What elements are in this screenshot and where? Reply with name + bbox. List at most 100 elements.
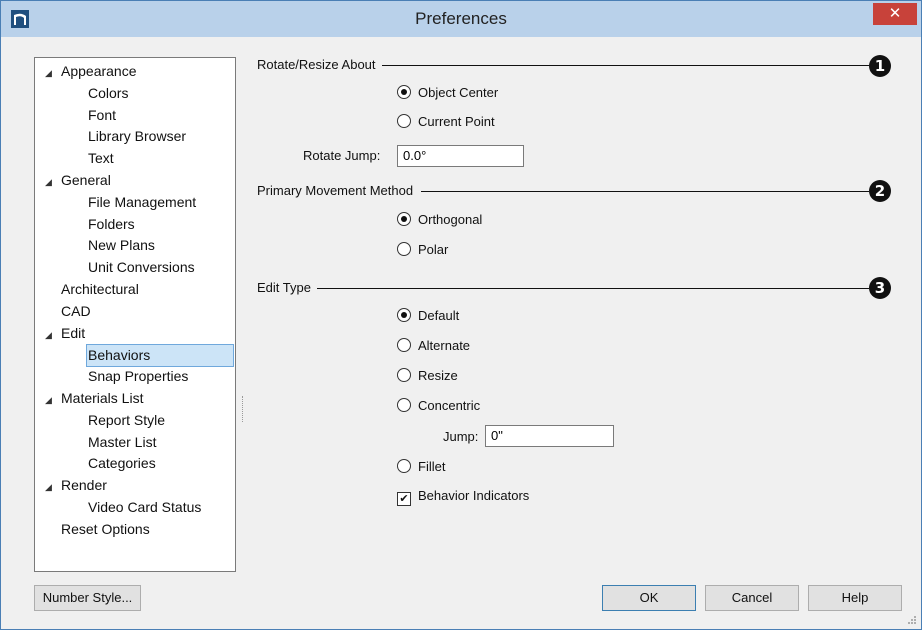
radio-alternate[interactable]: Alternate	[397, 336, 470, 356]
radio-label: Object Center	[418, 85, 499, 100]
help-button[interactable]: Help	[808, 585, 902, 611]
expand-arrow-icon[interactable]: ◢	[45, 390, 61, 411]
radio-button[interactable]	[397, 308, 411, 322]
tree-item[interactable]: ◢ Appearance	[45, 61, 137, 82]
tree-item[interactable]: ◢ Materials List	[45, 388, 143, 409]
movement-section-heading: Primary Movement Method	[257, 183, 420, 198]
tree-item[interactable]: New Plans	[88, 235, 155, 256]
tree-item-label: Colors	[88, 84, 129, 101]
section-divider	[371, 65, 869, 66]
radio-label: Alternate	[418, 338, 471, 353]
tree-item[interactable]: Unit Conversions	[88, 257, 195, 278]
expand-arrow-icon[interactable]: ◢	[45, 325, 61, 346]
radio-label: Fillet	[418, 459, 446, 474]
radio-label: Default	[418, 308, 460, 323]
tree-item-label: CAD	[61, 302, 91, 319]
radio-default[interactable]: Default	[397, 306, 459, 326]
tree-item-label: Architectural	[61, 281, 139, 297]
concentric-jump-label: Jump:	[443, 429, 479, 444]
radio-concentric[interactable]: Concentric	[397, 396, 480, 416]
section-divider	[316, 288, 869, 289]
radio-polar[interactable]: Polar	[397, 240, 448, 260]
title-bar[interactable]: Preferences ✕	[1, 1, 921, 37]
radio-label: Polar	[418, 242, 449, 257]
tree-item-label: File Management	[88, 193, 197, 210]
tree-item[interactable]: ◢ General	[45, 170, 111, 191]
checkbox-label: Behavior Indicators	[418, 488, 530, 503]
tree-item[interactable]: Behaviors	[86, 344, 234, 368]
callout-1-icon: 1	[869, 55, 891, 77]
tree-item[interactable]: Library Browser	[88, 126, 186, 147]
tree-item[interactable]: Categories	[88, 453, 156, 474]
radio-button[interactable]	[397, 459, 411, 473]
tree-item[interactable]: Reset Options	[45, 519, 150, 540]
tree-item-label: Behaviors	[88, 347, 151, 364]
tree-item-label: Edit	[61, 324, 86, 341]
tree-item[interactable]: CAD	[45, 301, 91, 322]
radio-button[interactable]	[397, 368, 411, 382]
tree-item-label: Library Browser	[88, 128, 187, 145]
tree-item-label: Font	[88, 106, 117, 123]
rotate-jump-label: Rotate Jump:	[303, 148, 381, 163]
tree-item-label: Folders	[88, 215, 135, 232]
close-icon: ✕	[888, 5, 902, 22]
callout-3-icon: 3	[869, 277, 891, 299]
radio-button[interactable]	[397, 398, 411, 412]
tree-item-label: Render	[61, 477, 107, 494]
tree-item[interactable]: Text	[88, 148, 114, 169]
radio-button[interactable]	[397, 114, 411, 128]
tree-item-label: General	[61, 172, 111, 188]
edit-type-section-heading: Edit Type	[257, 280, 317, 295]
tree-item[interactable]: Report Style	[88, 410, 165, 431]
close-button[interactable]: ✕	[873, 3, 917, 25]
tree-item-label: Report Style	[88, 411, 166, 428]
rotate-jump-input[interactable]	[397, 145, 524, 167]
number-style-button[interactable]: Number Style...	[34, 585, 141, 611]
radio-current-point[interactable]: Current Point	[397, 112, 495, 132]
tree-item[interactable]: Folders	[88, 214, 135, 235]
radio-resize[interactable]: Resize	[397, 366, 458, 386]
preferences-tree[interactable]: ◢ Appearance Colors Font Library Browser Text…	[34, 57, 236, 572]
expand-arrow-icon[interactable]: ◢	[45, 172, 61, 193]
radio-fillet[interactable]: Fillet	[397, 457, 445, 477]
radio-label: Concentric	[418, 398, 481, 413]
tree-item[interactable]: Snap Properties	[88, 366, 188, 387]
rotate-section-heading: Rotate/Resize About	[257, 57, 382, 72]
tree-item-label: Snap Properties	[88, 368, 189, 385]
concentric-jump-input[interactable]	[485, 425, 614, 447]
window-title: Preferences	[415, 9, 507, 28]
radio-button[interactable]	[397, 242, 411, 256]
radio-label: Orthogonal	[418, 212, 483, 227]
tree-item-label: Reset Options	[61, 520, 150, 537]
tree-item-label: Appearance	[61, 63, 137, 79]
resize-grip-icon[interactable]	[907, 615, 917, 625]
tree-item[interactable]: Architectural	[45, 279, 139, 300]
radio-button[interactable]	[397, 85, 411, 99]
section-divider	[421, 191, 869, 192]
radio-object-center[interactable]: Object Center	[397, 83, 498, 103]
tree-item[interactable]: ◢ Render	[45, 475, 107, 496]
radio-label: Current Point	[418, 114, 495, 129]
tree-item[interactable]: ◢ Edit	[45, 323, 85, 344]
ok-button[interactable]: OK	[602, 585, 696, 611]
behavior-indicators-checkbox[interactable]: ✔ Behavior Indicators	[397, 486, 529, 506]
radio-button[interactable]	[397, 212, 411, 226]
tree-item[interactable]: File Management	[88, 192, 196, 213]
checkbox[interactable]: ✔	[397, 492, 411, 506]
callout-2-icon: 2	[869, 180, 891, 202]
tree-item-label: Master List	[88, 433, 157, 450]
preferences-dialog: Preferences ✕ ◢ Appearance Colors Font Libra…	[0, 0, 922, 630]
tree-item[interactable]: Video Card Status	[88, 497, 201, 518]
panel-splitter[interactable]	[242, 396, 245, 422]
radio-orthogonal[interactable]: Orthogonal	[397, 210, 482, 230]
expand-arrow-icon[interactable]: ◢	[45, 477, 61, 498]
tree-item[interactable]: Font	[88, 105, 116, 126]
tree-item[interactable]: Colors	[88, 83, 128, 104]
tree-item[interactable]: Master List	[88, 432, 156, 453]
radio-button[interactable]	[397, 338, 411, 352]
radio-label: Resize	[418, 368, 458, 383]
expand-arrow-icon[interactable]: ◢	[45, 63, 61, 84]
tree-item-label: Text	[88, 150, 114, 167]
tree-item-label: Categories	[88, 455, 156, 472]
cancel-button[interactable]: Cancel	[705, 585, 799, 611]
